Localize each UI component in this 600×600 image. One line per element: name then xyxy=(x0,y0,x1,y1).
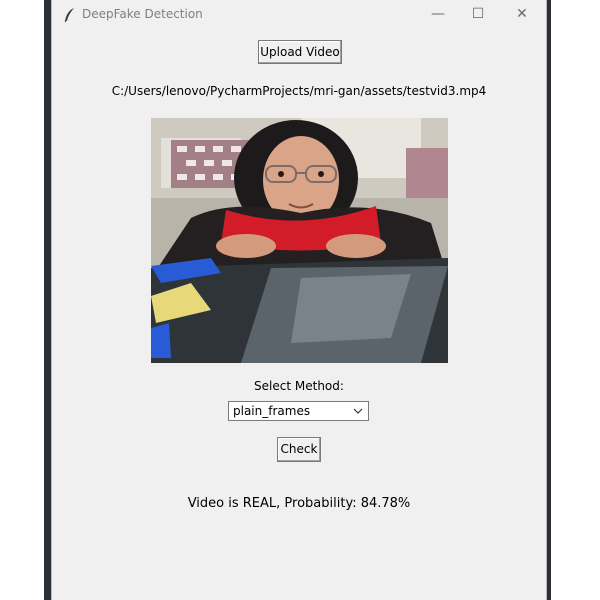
close-button[interactable]: ✕ xyxy=(507,4,537,24)
title-bar[interactable]: DeepFake Detection — ☐ ✕ xyxy=(52,0,546,30)
method-select[interactable]: plain_frames xyxy=(228,401,369,421)
result-label: Video is REAL, Probability: 84.78% xyxy=(187,496,411,511)
video-frame-image xyxy=(151,118,448,363)
maximize-button[interactable]: ☐ xyxy=(463,4,493,24)
video-preview-image xyxy=(151,118,448,363)
method-select-value: plain_frames xyxy=(233,404,311,418)
window-title: DeepFake Detection xyxy=(82,7,203,21)
file-path-label: C:/Users/lenovo/PycharmProjects/mri-gan/… xyxy=(111,84,487,98)
feather-icon xyxy=(64,8,74,23)
app-window: DeepFake Detection — ☐ ✕ Upload Video C:… xyxy=(51,0,547,600)
select-method-label: Select Method: xyxy=(254,379,344,393)
check-button[interactable]: Check xyxy=(277,437,321,462)
minimize-button[interactable]: — xyxy=(423,4,453,24)
chevron-down-icon[interactable] xyxy=(353,407,363,415)
upload-video-button[interactable]: Upload Video xyxy=(258,40,342,64)
